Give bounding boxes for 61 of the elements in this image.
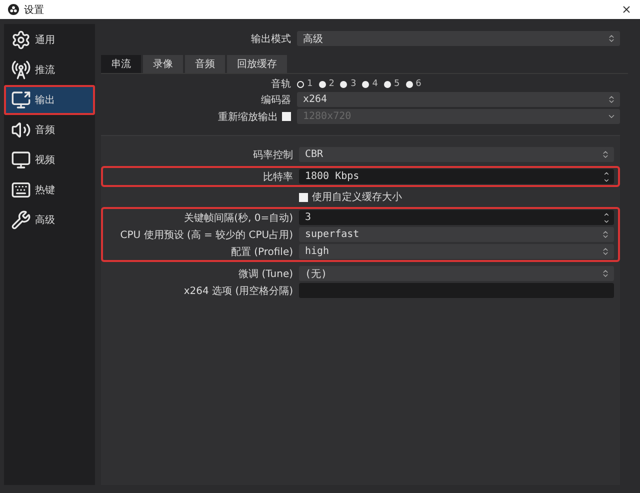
dropdown[interactable]: high bbox=[299, 244, 614, 259]
field-label: 重新缩放输出 bbox=[218, 110, 278, 124]
radio-button[interactable] bbox=[384, 80, 391, 88]
field-label: 输出模式 bbox=[250, 32, 291, 46]
sidebar-item[interactable]: 视频 bbox=[4, 145, 95, 175]
radio-button[interactable] bbox=[340, 80, 348, 88]
tab[interactable]: 录像 bbox=[143, 55, 183, 73]
antenna-icon bbox=[11, 60, 31, 80]
field-label: 配置 (Profile) bbox=[230, 246, 293, 258]
checkbox[interactable] bbox=[299, 192, 308, 202]
spin-field[interactable]: 3 bbox=[299, 210, 614, 225]
window-title: 设置 bbox=[24, 4, 45, 16]
radio-label: 3 bbox=[350, 79, 356, 89]
sidebar-item[interactable]: 输出 bbox=[4, 85, 95, 115]
speaker-icon bbox=[11, 120, 31, 140]
updown-icon bbox=[607, 95, 616, 104]
field-label: CPU 使用预设 (高 = 较少的 CPU占用) bbox=[119, 228, 293, 242]
radio-label: 6 bbox=[416, 79, 422, 89]
radio-button[interactable] bbox=[406, 80, 413, 88]
field-label: x264 选项 (用空格分隔) bbox=[182, 284, 293, 298]
sidebar-item[interactable]: 推流 bbox=[4, 55, 95, 85]
radio-button[interactable] bbox=[297, 80, 304, 88]
logo-icon bbox=[8, 4, 19, 15]
dropdown[interactable]: CBR bbox=[299, 147, 614, 162]
field-label: 音轨 bbox=[270, 78, 291, 91]
tab[interactable]: 回放缓存 bbox=[227, 55, 287, 73]
updown-icon bbox=[601, 269, 610, 278]
field-label: 码率控制 bbox=[252, 148, 293, 162]
field-label: 编码器 bbox=[260, 94, 291, 106]
updown-icon bbox=[601, 247, 610, 256]
radio-label: 2 bbox=[328, 79, 334, 89]
sidebar-item[interactable]: 高级 bbox=[4, 205, 95, 235]
gear-icon bbox=[11, 30, 31, 50]
sidebar-item[interactable]: 通用 bbox=[4, 25, 95, 55]
dropdown[interactable]: 高级 bbox=[297, 31, 620, 46]
monitor-icon bbox=[11, 150, 31, 170]
field-label: 关键帧间隔(秒, 0=自动) bbox=[183, 212, 293, 224]
radio-label: 5 bbox=[394, 79, 400, 89]
updown-icon bbox=[601, 150, 610, 159]
radio-label: 4 bbox=[372, 79, 378, 89]
tab[interactable]: 音频 bbox=[185, 55, 225, 73]
checkbox-label: 使用自定义缓存大小 bbox=[312, 190, 402, 204]
dropdown[interactable]: (无) bbox=[299, 266, 614, 281]
sidebar-item[interactable]: 热键 bbox=[4, 175, 95, 205]
updown-icon bbox=[607, 34, 616, 43]
updown-icon bbox=[601, 230, 610, 239]
field-label: 微调 (Tune) bbox=[238, 268, 293, 280]
keyboard-icon bbox=[11, 180, 31, 200]
tools-icon bbox=[11, 210, 31, 230]
field-label: 比特率 bbox=[262, 170, 293, 184]
radio-button[interactable] bbox=[362, 80, 370, 88]
close-icon[interactable] bbox=[621, 4, 632, 15]
chevron-down-icon bbox=[607, 112, 616, 121]
sidebar-item[interactable]: 音频 bbox=[4, 115, 95, 145]
dropdown[interactable]: superfast bbox=[299, 227, 614, 242]
spin-field[interactable]: 1800 Kbps bbox=[299, 169, 614, 184]
monitor-arrow-icon bbox=[11, 90, 31, 110]
dropdown[interactable]: x264 bbox=[297, 92, 620, 107]
radio-button[interactable] bbox=[318, 80, 326, 88]
radio-label: 1 bbox=[307, 79, 313, 89]
tab[interactable]: 串流 bbox=[101, 55, 141, 73]
